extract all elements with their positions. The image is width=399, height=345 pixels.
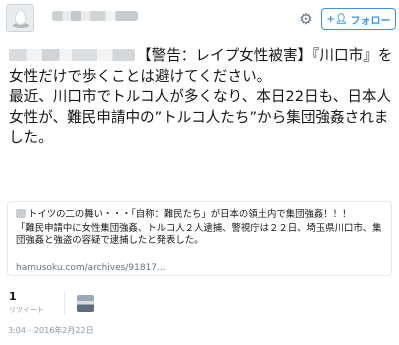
follow-button[interactable]: +👤︎ フォロー — [321, 8, 396, 30]
retweet-count[interactable]: 1 — [9, 290, 17, 303]
egg-icon — [15, 10, 26, 25]
user-plus-icon: +👤︎ — [326, 13, 348, 25]
card-title-redaction — [16, 209, 26, 218]
gear-icon[interactable]: ⚙ — [298, 11, 314, 27]
redacted-username[interactable] — [52, 11, 138, 21]
user-avatar[interactable] — [6, 4, 34, 32]
card-title-text: トイツの二の舞い・・・「自称：難民たち」が日本の領土内で集団強姦！！！ — [28, 209, 352, 220]
card-url[interactable]: hamusoku.com/archives/91817... — [16, 263, 166, 274]
retweeter-avatar[interactable] — [77, 295, 94, 312]
follow-button-label: フォロー — [350, 15, 391, 27]
card-description: 「難民申請中に女性集団強姦、トルコ人２人逮捕、警視庁は２２日、埼玉県川口市、集団… — [16, 223, 382, 246]
tweet-timestamp[interactable]: 3:04 - 2016年2月22日 — [8, 325, 94, 336]
link-card[interactable]: トイツの二の舞い・・・「自称：難民たち」が日本の領土内で集団強姦！！！ 「難民申… — [7, 201, 392, 276]
retweet-label[interactable]: リツイート — [9, 305, 44, 315]
stats-divider — [64, 292, 65, 314]
redacted-mention — [9, 49, 135, 61]
card-title: トイツの二の舞い・・・「自称：難民たち」が日本の領土内で集団強姦！！！ — [16, 209, 351, 220]
tweet-text: 【警告：レイプ女性被害】『川口市』を女性だけで歩くことは避けてください。 最近、… — [9, 46, 397, 149]
tweet-text-line2: 最近、川口市でトルコ人が多くなり、本日22日も、日本人女性が、難民申請中の”トル… — [9, 88, 392, 146]
